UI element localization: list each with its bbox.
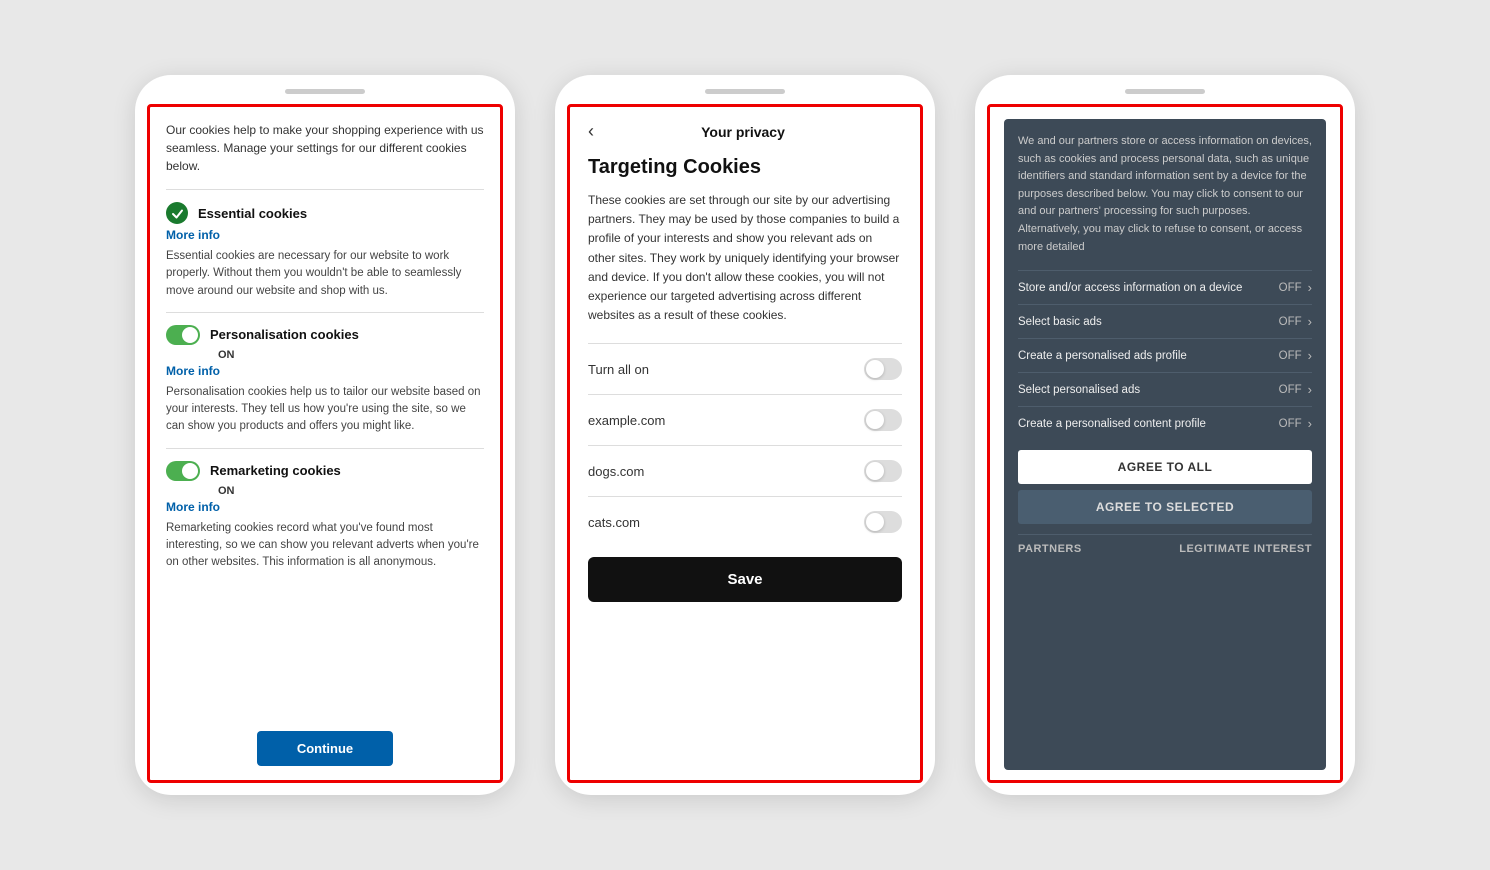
remarketing-on-label: ON bbox=[218, 485, 484, 497]
partner-intro: We and our partners store or access info… bbox=[1018, 133, 1312, 256]
targeting-desc: These cookies are set through our site b… bbox=[588, 191, 902, 325]
phone3-panel: We and our partners store or access info… bbox=[987, 104, 1343, 783]
chevron-right-icon-2: › bbox=[1308, 314, 1312, 329]
continue-button[interactable]: Continue bbox=[257, 731, 393, 766]
pref-row-content-profile[interactable]: Create a personalised content profile OF… bbox=[1018, 406, 1312, 440]
turn-all-on-toggle[interactable] bbox=[864, 358, 902, 380]
remarketing-section: Remarketing cookies ON More info Remarke… bbox=[166, 448, 484, 584]
remarketing-title: Remarketing cookies bbox=[210, 463, 341, 478]
phone-notch bbox=[285, 89, 365, 94]
personalisation-more-info[interactable]: More info bbox=[166, 364, 484, 378]
partners-row: PARTNERS LEGITIMATE INTEREST bbox=[1018, 534, 1312, 555]
pref-store-label: Store and/or access information on a dev… bbox=[1018, 282, 1279, 294]
turn-all-on-row: Turn all on bbox=[588, 343, 902, 394]
turn-all-on-label: Turn all on bbox=[588, 362, 649, 377]
phone-notch-3 bbox=[1125, 89, 1205, 94]
phone1-panel: Our cookies help to make your shopping e… bbox=[147, 104, 503, 783]
pref-row-basic-ads[interactable]: Select basic ads OFF › bbox=[1018, 304, 1312, 338]
phone-2: ‹ Your privacy Targeting Cookies These c… bbox=[555, 75, 935, 795]
check-icon bbox=[166, 202, 188, 224]
chevron-right-icon-4: › bbox=[1308, 382, 1312, 397]
partners-label[interactable]: PARTNERS bbox=[1018, 543, 1082, 555]
phone3-content: We and our partners store or access info… bbox=[990, 107, 1340, 780]
page-title: Your privacy bbox=[604, 124, 882, 140]
phone1-content: Our cookies help to make your shopping e… bbox=[150, 107, 500, 721]
remarketing-toggle[interactable] bbox=[166, 461, 200, 481]
phone2-panel: ‹ Your privacy Targeting Cookies These c… bbox=[567, 104, 923, 783]
pref-personalised-profile-status: OFF bbox=[1279, 350, 1302, 362]
example-com-label: example.com bbox=[588, 413, 665, 428]
back-arrow-icon[interactable]: ‹ bbox=[588, 121, 594, 142]
agree-to-selected-button[interactable]: AGREE TO SELECTED bbox=[1018, 490, 1312, 524]
pref-basic-ads-status: OFF bbox=[1279, 316, 1302, 328]
pref-row-personalised-profile[interactable]: Create a personalised ads profile OFF › bbox=[1018, 338, 1312, 372]
personalisation-toggle[interactable] bbox=[166, 325, 200, 345]
essential-more-info[interactable]: More info bbox=[166, 228, 484, 242]
save-button[interactable]: Save bbox=[588, 557, 902, 602]
personalisation-desc: Personalisation cookies help us to tailo… bbox=[166, 384, 484, 436]
essential-desc: Essential cookies are necessary for our … bbox=[166, 248, 484, 300]
back-header: ‹ Your privacy bbox=[588, 121, 902, 142]
essential-section: Essential cookies More info Essential co… bbox=[166, 189, 484, 312]
targeting-title: Targeting Cookies bbox=[588, 156, 902, 179]
pref-content-profile-label: Create a personalised content profile bbox=[1018, 418, 1279, 430]
example-com-row: example.com bbox=[588, 394, 902, 445]
pref-basic-ads-label: Select basic ads bbox=[1018, 316, 1279, 328]
essential-title: Essential cookies bbox=[198, 206, 307, 221]
personalisation-title: Personalisation cookies bbox=[210, 327, 359, 342]
example-com-toggle[interactable] bbox=[864, 409, 902, 431]
dogs-com-toggle[interactable] bbox=[864, 460, 902, 482]
chevron-right-icon: › bbox=[1308, 280, 1312, 295]
remarketing-more-info[interactable]: More info bbox=[166, 500, 484, 514]
agree-to-all-button[interactable]: AGREE TO ALL bbox=[1018, 450, 1312, 484]
chevron-right-icon-3: › bbox=[1308, 348, 1312, 363]
intro-text: Our cookies help to make your shopping e… bbox=[166, 121, 484, 175]
personalisation-section: Personalisation cookies ON More info Per… bbox=[166, 312, 484, 448]
phone-notch-2 bbox=[705, 89, 785, 94]
cats-com-toggle[interactable] bbox=[864, 511, 902, 533]
dogs-com-row: dogs.com bbox=[588, 445, 902, 496]
personalisation-on-label: ON bbox=[218, 349, 484, 361]
pref-row-personalised-ads[interactable]: Select personalised ads OFF › bbox=[1018, 372, 1312, 406]
phone3-inner: We and our partners store or access info… bbox=[1004, 119, 1326, 770]
chevron-right-icon-5: › bbox=[1308, 416, 1312, 431]
pref-personalised-ads-label: Select personalised ads bbox=[1018, 384, 1279, 396]
cats-com-row: cats.com bbox=[588, 496, 902, 547]
personalisation-header: Personalisation cookies bbox=[166, 325, 484, 345]
dogs-com-label: dogs.com bbox=[588, 464, 644, 479]
phone-1: Our cookies help to make your shopping e… bbox=[135, 75, 515, 795]
essential-header: Essential cookies bbox=[166, 202, 484, 224]
pref-row-store[interactable]: Store and/or access information on a dev… bbox=[1018, 270, 1312, 304]
phone2-content: ‹ Your privacy Targeting Cookies These c… bbox=[570, 107, 920, 780]
remarketing-desc: Remarketing cookies record what you've f… bbox=[166, 520, 484, 572]
cats-com-label: cats.com bbox=[588, 515, 640, 530]
pref-personalised-profile-label: Create a personalised ads profile bbox=[1018, 350, 1279, 362]
remarketing-header: Remarketing cookies bbox=[166, 461, 484, 481]
phone1-bottom: Continue bbox=[150, 721, 500, 780]
pref-store-status: OFF bbox=[1279, 282, 1302, 294]
pref-personalised-ads-status: OFF bbox=[1279, 384, 1302, 396]
legitimate-interest-label[interactable]: LEGITIMATE INTEREST bbox=[1179, 543, 1312, 555]
pref-content-profile-status: OFF bbox=[1279, 418, 1302, 430]
phone-3: We and our partners store or access info… bbox=[975, 75, 1355, 795]
